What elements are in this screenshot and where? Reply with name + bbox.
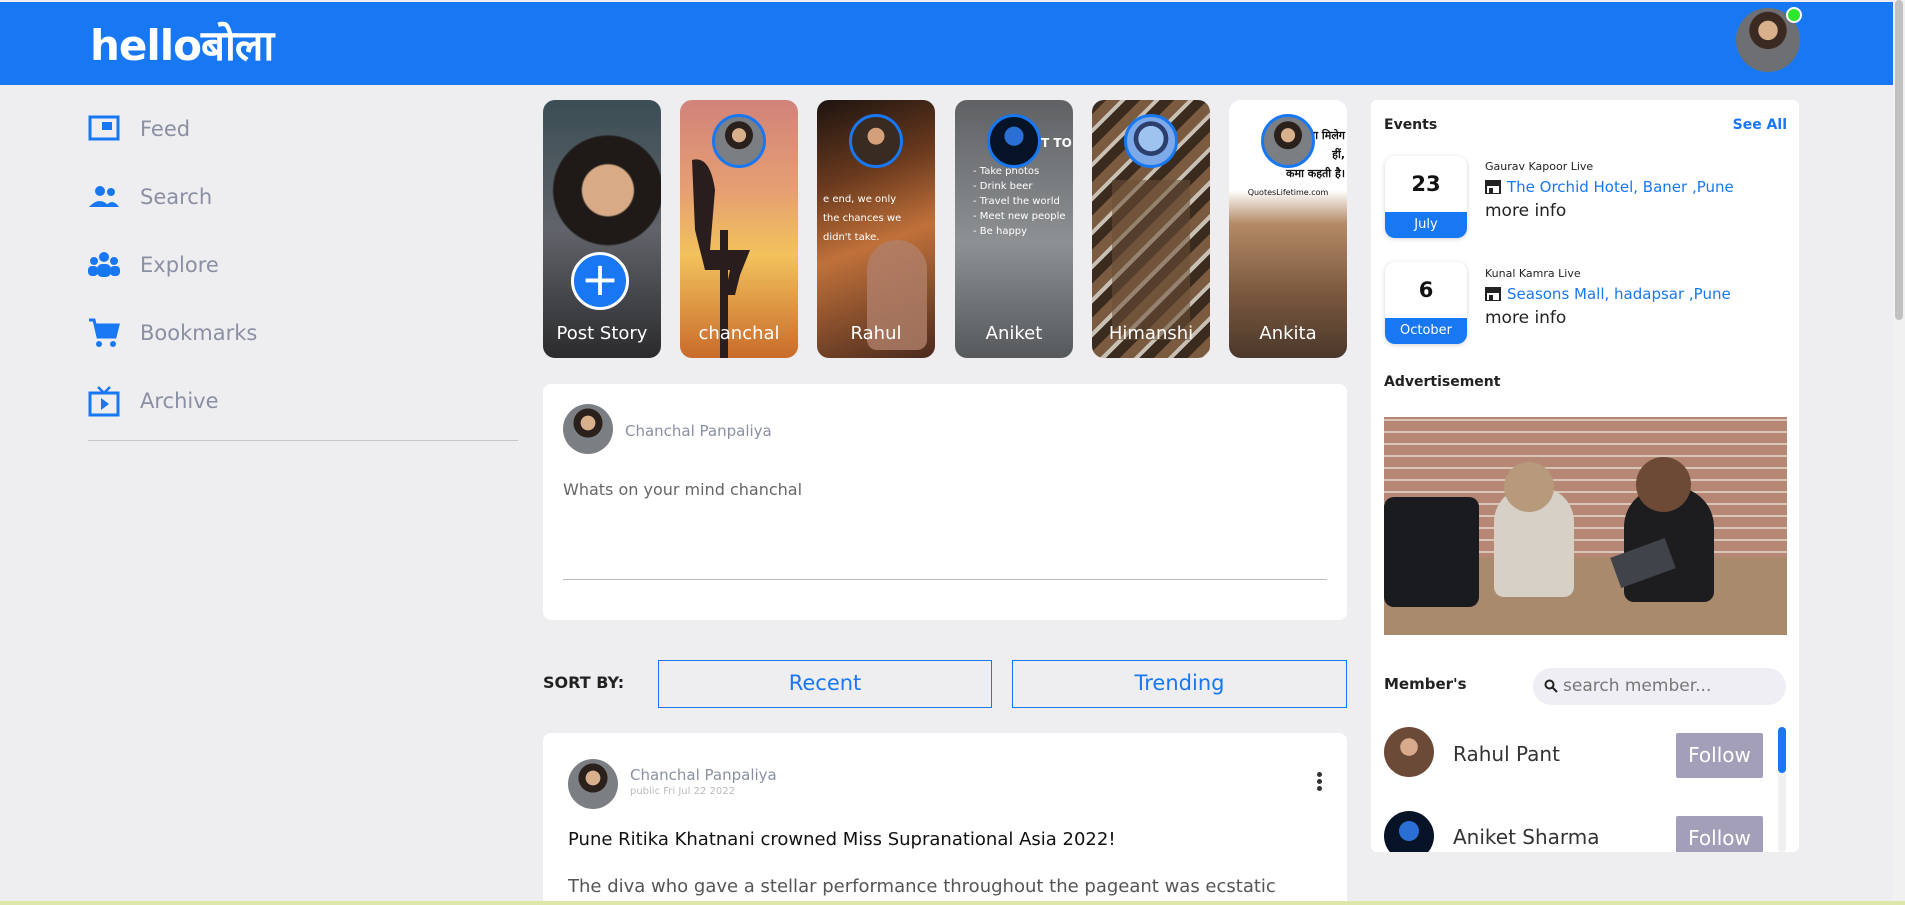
sidebar-item-feed[interactable]: Feed <box>88 95 518 163</box>
feed-icon <box>88 113 120 145</box>
story-name: Aniket <box>985 323 1043 344</box>
member-name[interactable]: Rahul Pant <box>1453 742 1560 766</box>
see-all-link[interactable]: See All <box>1733 117 1787 133</box>
event-name: Kunal Kamra Live <box>1485 267 1581 280</box>
post-author-name[interactable]: Chanchal Panpaliya <box>630 766 777 784</box>
search-icon <box>1544 678 1558 693</box>
sort-trending-button[interactable]: Trending <box>1012 660 1347 708</box>
ad-person-left-head <box>1504 462 1554 512</box>
event-more-info-link[interactable]: more info <box>1485 308 1566 328</box>
follow-button[interactable]: Follow <box>1676 816 1763 852</box>
sidebar-item-explore[interactable]: Explore <box>88 231 518 299</box>
story-card-himanshi[interactable]: Himanshi <box>1092 100 1210 358</box>
story-name: Himanshi <box>1108 323 1194 344</box>
story-list: - Take photos - Drink beer - Travel the … <box>973 166 1066 237</box>
members-title: Member's <box>1384 675 1467 693</box>
post-meta: public Fri Jul 22 2022 <box>630 786 735 797</box>
advertisement-title: Advertisement <box>1384 374 1501 390</box>
member-search-placeholder: search member... <box>1563 676 1712 696</box>
right-panel: Events See All 23 July Gaurav Kapoor Liv… <box>1371 100 1799 852</box>
sidebar-item-label: Search <box>140 185 213 209</box>
store-icon <box>1485 287 1501 302</box>
sidebar-item-label: Explore <box>140 253 219 277</box>
story-card-post[interactable]: + Post Story <box>543 100 661 358</box>
event-date-badge: 6 October <box>1385 262 1467 344</box>
sidebar-item-label: Bookmarks <box>140 321 258 345</box>
story-card-ankita[interactable]: सा मिलेग हीं, कमा कहती है। QuotesLifetim… <box>1229 100 1347 358</box>
story-avatar <box>987 114 1041 168</box>
story-texture <box>1112 180 1190 340</box>
plus-icon[interactable]: + <box>571 252 629 310</box>
composer-avatar <box>563 404 613 454</box>
sidebar-item-bookmarks[interactable]: Bookmarks <box>88 299 518 367</box>
member-name[interactable]: Aniket Sharma <box>1453 825 1600 849</box>
cart-icon <box>88 317 120 349</box>
group-icon <box>88 249 120 281</box>
event-date-badge: 23 July <box>1385 156 1467 238</box>
story-name: Post Story <box>556 323 648 344</box>
sidebar-nav: Feed Search Explore Bookmarks Archive <box>88 95 518 435</box>
people-icon <box>88 181 120 213</box>
tv-icon <box>88 385 120 417</box>
post-title: Pune Ritika Khatnani crowned Miss Supran… <box>568 829 1116 850</box>
event-name: Gaurav Kapoor Live <box>1485 160 1594 173</box>
ad-person-right-head <box>1636 457 1691 512</box>
post-card: Chanchal Panpaliya public Fri Jul 22 202… <box>543 733 1347 905</box>
story-card-rahul[interactable]: e end, we only the chances we didn't tak… <box>817 100 935 358</box>
sidebar-item-archive[interactable]: Archive <box>88 367 518 435</box>
story-avatar <box>1261 114 1315 168</box>
story-card-aniket[interactable]: WANT TO - Take photos - Drink beer - Tra… <box>955 100 1073 358</box>
member-avatar <box>1384 811 1434 852</box>
store-icon <box>1485 180 1501 195</box>
composer-username: Chanchal Panpaliya <box>625 422 772 440</box>
story-name: chanchal <box>698 323 780 344</box>
app-logo[interactable]: helloबोला <box>90 16 274 73</box>
sort-recent-button[interactable]: Recent <box>658 660 992 708</box>
composer-input[interactable]: Whats on your mind chanchal <box>563 480 802 499</box>
more-options-icon[interactable] <box>1317 772 1323 791</box>
member-search-input[interactable]: search member... <box>1533 668 1786 705</box>
story-quote: e end, we only the chances we didn't tak… <box>823 194 902 243</box>
event-more-info-link[interactable]: more info <box>1485 201 1566 221</box>
story-avatar <box>1124 114 1178 168</box>
members-scrollbar-thumb[interactable] <box>1778 727 1786 773</box>
online-status-dot <box>1786 7 1802 23</box>
bottom-edge-line <box>0 901 1905 905</box>
sidebar-divider <box>88 440 518 441</box>
ad-chair <box>1384 497 1479 607</box>
story-card-chanchal[interactable]: chanchal <box>680 100 798 358</box>
composer-underline <box>563 579 1327 580</box>
sidebar-item-label: Archive <box>140 389 219 413</box>
story-name: Rahul <box>850 323 902 344</box>
story-avatar <box>849 114 903 168</box>
story-avatar <box>712 114 766 168</box>
composer-card: Chanchal Panpaliya Whats on your mind ch… <box>543 384 1347 620</box>
advertisement-image[interactable] <box>1384 417 1787 635</box>
follow-button[interactable]: Follow <box>1676 733 1763 778</box>
top-bar <box>0 2 1893 85</box>
story-name: Ankita <box>1259 323 1317 344</box>
post-body: The diva who gave a stellar performance … <box>568 876 1276 897</box>
member-avatar <box>1384 727 1434 777</box>
event-venue-link[interactable]: The Orchid Hotel, Baner ,Pune <box>1485 178 1734 196</box>
events-title: Events <box>1384 117 1438 133</box>
sort-label: SORT BY: <box>543 673 625 692</box>
event-venue-link[interactable]: Seasons Mall, hadapsar ,Pune <box>1485 285 1731 303</box>
sidebar-item-label: Feed <box>140 117 191 141</box>
post-author-avatar <box>568 759 618 809</box>
page-scrollbar-thumb[interactable] <box>1895 0 1903 320</box>
sidebar-item-search[interactable]: Search <box>88 163 518 231</box>
